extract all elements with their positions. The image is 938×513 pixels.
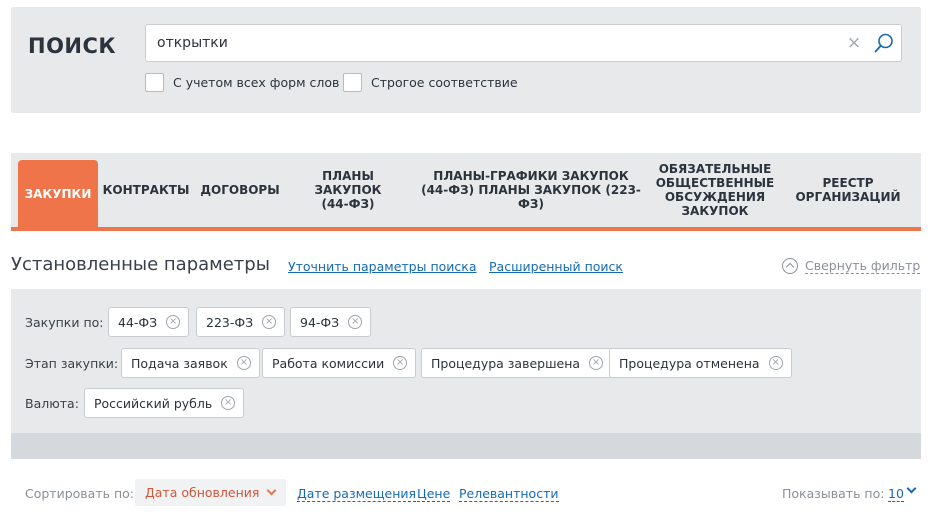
filter-chip[interactable]: Подача заявок × xyxy=(121,348,260,378)
option-strict-match[interactable]: Строгое соответствие xyxy=(343,73,518,92)
collapse-filter-button[interactable]: Свернуть фильтр xyxy=(782,258,921,274)
close-icon[interactable]: × xyxy=(845,34,863,52)
chip-label: 223-ФЗ xyxy=(206,314,254,330)
page-size-select[interactable]: 10 xyxy=(888,486,904,502)
chip-label: 94-ФЗ xyxy=(300,314,340,330)
option-label: С учетом всех форм слов xyxy=(173,75,340,90)
tab-organizations-registry[interactable]: РЕЕСТР ОРГАНИЗАЦИЙ xyxy=(785,153,911,227)
stage-label: Этап закупки: xyxy=(25,356,119,371)
page-size-label: Показывать по: xyxy=(782,486,885,501)
filter-chip[interactable]: 94-ФЗ × xyxy=(290,307,372,337)
chip-label: Работа комиссии xyxy=(272,355,385,371)
filter-chip[interactable]: Российский рубль × xyxy=(84,388,245,418)
chevron-up-icon xyxy=(782,258,798,274)
search-icon[interactable] xyxy=(873,32,895,54)
option-all-word-forms[interactable]: С учетом всех форм слов xyxy=(145,73,339,92)
currency-label: Валюта: xyxy=(25,396,79,411)
remove-icon[interactable]: × xyxy=(768,356,783,370)
sort-label: Сортировать по: xyxy=(25,486,134,501)
tab-public-discussions[interactable]: ОБЯЗАТЕЛЬНЫЕ ОБЩЕСТВЕННЫЕ ОБСУЖДЕНИЯ ЗАК… xyxy=(655,153,775,227)
remove-icon[interactable]: × xyxy=(348,315,363,329)
params-title: Установленные параметры xyxy=(11,254,270,275)
chip-label: Процедура завершена xyxy=(431,355,581,371)
sort-by-price-link[interactable]: Цене xyxy=(417,486,451,502)
tab-schedules[interactable]: ПЛАНЫ-ГРАФИКИ ЗАКУПОК (44-ФЗ) ПЛАНЫ ЗАКУ… xyxy=(413,153,649,227)
tab-purchases[interactable]: ЗАКУПКИ xyxy=(18,160,98,227)
remove-icon[interactable]: × xyxy=(589,356,604,370)
search-input-value[interactable]: открытки xyxy=(157,35,228,51)
remove-icon[interactable]: × xyxy=(221,396,236,410)
filter-panel: Закупки по: 44-ФЗ × 223-ФЗ × 94-ФЗ × Эта… xyxy=(11,289,921,433)
remove-icon[interactable]: × xyxy=(393,356,408,370)
remove-icon[interactable]: × xyxy=(166,315,181,329)
remove-icon[interactable]: × xyxy=(262,315,277,329)
chip-label: 44-ФЗ xyxy=(118,314,158,330)
search-input[interactable]: открытки × xyxy=(145,24,902,62)
sort-select[interactable]: Дата обновления xyxy=(135,479,286,506)
sort-by-date-link[interactable]: Дате размещения xyxy=(297,486,417,502)
collapse-filter-label: Свернуть фильтр xyxy=(805,258,921,274)
advanced-search-link[interactable]: Расширенный поиск xyxy=(489,259,623,274)
search-panel: ПОИСК открытки × С учетом всех форм слов… xyxy=(11,7,921,113)
filter-footer xyxy=(11,433,921,459)
tab-purchase-plans[interactable]: ПЛАНЫ ЗАКУПОК (44-ФЗ) xyxy=(289,153,407,227)
filter-chip[interactable]: 223-ФЗ × xyxy=(196,307,286,337)
chip-label: Процедура отменена xyxy=(619,355,760,371)
filter-chip[interactable]: Процедура отменена × xyxy=(609,348,792,378)
remove-icon[interactable]: × xyxy=(236,356,251,370)
sort-selected-value: Дата обновления xyxy=(145,485,260,500)
tabs-bar: ЗАКУПКИ КОНТРАКТЫ ДОГОВОРЫ ПЛАНЫ ЗАКУПОК… xyxy=(11,153,921,227)
purchases-label: Закупки по: xyxy=(25,315,104,330)
checkbox-strict-match[interactable] xyxy=(343,73,362,92)
checkbox-all-word-forms[interactable] xyxy=(145,73,164,92)
filter-chip[interactable]: 44-ФЗ × xyxy=(108,307,190,337)
chevron-down-icon[interactable] xyxy=(906,483,917,494)
search-title: ПОИСК xyxy=(28,34,117,58)
option-label: Строгое соответствие xyxy=(371,75,518,90)
tab-agreements[interactable]: ДОГОВОРЫ xyxy=(197,153,283,227)
chip-label: Подача заявок xyxy=(131,355,228,371)
sort-by-relevance-link[interactable]: Релевантности xyxy=(459,486,559,502)
tabs-underline xyxy=(11,227,921,231)
chip-label: Российский рубль xyxy=(94,395,213,411)
filter-chip[interactable]: Работа комиссии × xyxy=(262,348,417,378)
chevron-down-icon xyxy=(266,485,277,496)
filter-chip[interactable]: Процедура завершена × xyxy=(421,348,613,378)
refine-search-link[interactable]: Уточнить параметры поиска xyxy=(288,259,476,274)
tab-contracts[interactable]: КОНТРАКТЫ xyxy=(101,153,191,227)
